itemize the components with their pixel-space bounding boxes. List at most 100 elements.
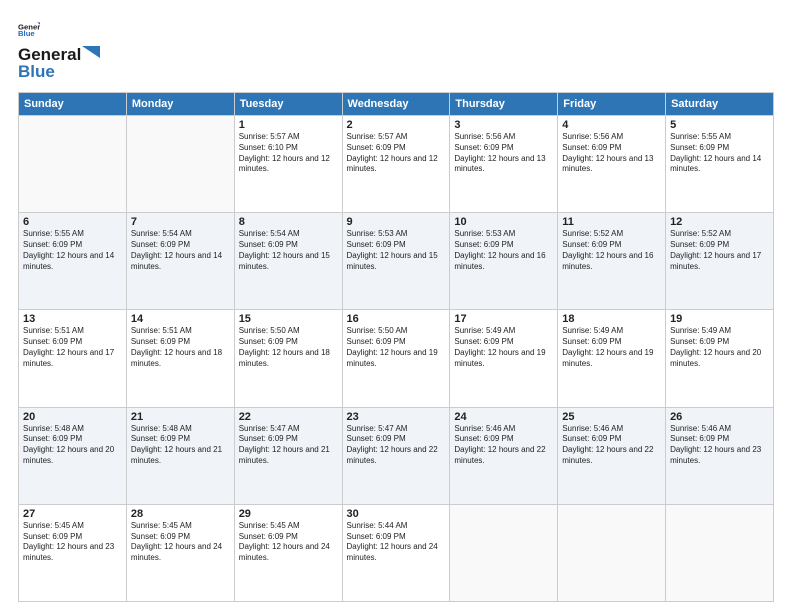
calendar-cell: 7Sunrise: 5:54 AM Sunset: 6:09 PM Daylig…	[126, 213, 234, 310]
day-number: 25	[562, 411, 661, 423]
calendar-cell	[19, 116, 127, 213]
day-number: 24	[454, 411, 553, 423]
calendar-cell: 8Sunrise: 5:54 AM Sunset: 6:09 PM Daylig…	[234, 213, 342, 310]
day-info: Sunrise: 5:54 AM Sunset: 6:09 PM Dayligh…	[131, 229, 230, 272]
calendar-cell: 2Sunrise: 5:57 AM Sunset: 6:09 PM Daylig…	[342, 116, 450, 213]
day-info: Sunrise: 5:50 AM Sunset: 6:09 PM Dayligh…	[239, 326, 338, 369]
day-info: Sunrise: 5:54 AM Sunset: 6:09 PM Dayligh…	[239, 229, 338, 272]
day-info: Sunrise: 5:46 AM Sunset: 6:09 PM Dayligh…	[454, 424, 553, 467]
weekday-header-monday: Monday	[126, 93, 234, 116]
calendar-cell: 10Sunrise: 5:53 AM Sunset: 6:09 PM Dayli…	[450, 213, 558, 310]
day-info: Sunrise: 5:53 AM Sunset: 6:09 PM Dayligh…	[454, 229, 553, 272]
day-info: Sunrise: 5:49 AM Sunset: 6:09 PM Dayligh…	[454, 326, 553, 369]
day-number: 15	[239, 313, 338, 325]
header: General Blue General Blue	[18, 18, 774, 82]
calendar-cell: 25Sunrise: 5:46 AM Sunset: 6:09 PM Dayli…	[558, 407, 666, 504]
calendar-cell: 12Sunrise: 5:52 AM Sunset: 6:09 PM Dayli…	[666, 213, 774, 310]
day-number: 28	[131, 508, 230, 520]
calendar-week-row: 13Sunrise: 5:51 AM Sunset: 6:09 PM Dayli…	[19, 310, 774, 407]
calendar-week-row: 27Sunrise: 5:45 AM Sunset: 6:09 PM Dayli…	[19, 504, 774, 601]
day-number: 16	[347, 313, 446, 325]
day-info: Sunrise: 5:45 AM Sunset: 6:09 PM Dayligh…	[23, 521, 122, 564]
day-number: 13	[23, 313, 122, 325]
calendar-cell: 29Sunrise: 5:45 AM Sunset: 6:09 PM Dayli…	[234, 504, 342, 601]
calendar-cell: 21Sunrise: 5:48 AM Sunset: 6:09 PM Dayli…	[126, 407, 234, 504]
day-number: 29	[239, 508, 338, 520]
calendar-cell: 26Sunrise: 5:46 AM Sunset: 6:09 PM Dayli…	[666, 407, 774, 504]
logo-icon: General Blue	[18, 18, 40, 40]
day-number: 26	[670, 411, 769, 423]
day-number: 3	[454, 119, 553, 131]
day-info: Sunrise: 5:52 AM Sunset: 6:09 PM Dayligh…	[562, 229, 661, 272]
day-number: 7	[131, 216, 230, 228]
calendar-cell: 1Sunrise: 5:57 AM Sunset: 6:10 PM Daylig…	[234, 116, 342, 213]
day-info: Sunrise: 5:55 AM Sunset: 6:09 PM Dayligh…	[670, 132, 769, 175]
day-number: 10	[454, 216, 553, 228]
day-info: Sunrise: 5:50 AM Sunset: 6:09 PM Dayligh…	[347, 326, 446, 369]
calendar-cell: 4Sunrise: 5:56 AM Sunset: 6:09 PM Daylig…	[558, 116, 666, 213]
day-info: Sunrise: 5:56 AM Sunset: 6:09 PM Dayligh…	[562, 132, 661, 175]
day-number: 21	[131, 411, 230, 423]
day-info: Sunrise: 5:46 AM Sunset: 6:09 PM Dayligh…	[562, 424, 661, 467]
day-number: 18	[562, 313, 661, 325]
day-info: Sunrise: 5:57 AM Sunset: 6:10 PM Dayligh…	[239, 132, 338, 175]
weekday-header-tuesday: Tuesday	[234, 93, 342, 116]
day-number: 14	[131, 313, 230, 325]
calendar-cell	[450, 504, 558, 601]
day-info: Sunrise: 5:51 AM Sunset: 6:09 PM Dayligh…	[23, 326, 122, 369]
day-info: Sunrise: 5:57 AM Sunset: 6:09 PM Dayligh…	[347, 132, 446, 175]
weekday-header-sunday: Sunday	[19, 93, 127, 116]
day-info: Sunrise: 5:45 AM Sunset: 6:09 PM Dayligh…	[239, 521, 338, 564]
day-info: Sunrise: 5:48 AM Sunset: 6:09 PM Dayligh…	[23, 424, 122, 467]
weekday-header-thursday: Thursday	[450, 93, 558, 116]
day-info: Sunrise: 5:46 AM Sunset: 6:09 PM Dayligh…	[670, 424, 769, 467]
logo-bird-icon	[82, 46, 100, 60]
logo-blue: Blue	[18, 62, 100, 82]
calendar-cell: 6Sunrise: 5:55 AM Sunset: 6:09 PM Daylig…	[19, 213, 127, 310]
calendar-cell: 27Sunrise: 5:45 AM Sunset: 6:09 PM Dayli…	[19, 504, 127, 601]
day-number: 1	[239, 119, 338, 131]
calendar-cell: 20Sunrise: 5:48 AM Sunset: 6:09 PM Dayli…	[19, 407, 127, 504]
calendar-cell: 24Sunrise: 5:46 AM Sunset: 6:09 PM Dayli…	[450, 407, 558, 504]
day-info: Sunrise: 5:49 AM Sunset: 6:09 PM Dayligh…	[562, 326, 661, 369]
day-info: Sunrise: 5:48 AM Sunset: 6:09 PM Dayligh…	[131, 424, 230, 467]
calendar-cell: 13Sunrise: 5:51 AM Sunset: 6:09 PM Dayli…	[19, 310, 127, 407]
calendar-cell	[558, 504, 666, 601]
day-info: Sunrise: 5:45 AM Sunset: 6:09 PM Dayligh…	[131, 521, 230, 564]
calendar-table: SundayMondayTuesdayWednesdayThursdayFrid…	[18, 92, 774, 602]
day-number: 6	[23, 216, 122, 228]
calendar-cell: 3Sunrise: 5:56 AM Sunset: 6:09 PM Daylig…	[450, 116, 558, 213]
day-number: 5	[670, 119, 769, 131]
calendar-cell: 14Sunrise: 5:51 AM Sunset: 6:09 PM Dayli…	[126, 310, 234, 407]
calendar-cell	[666, 504, 774, 601]
calendar-cell	[126, 116, 234, 213]
day-number: 19	[670, 313, 769, 325]
day-number: 11	[562, 216, 661, 228]
weekday-header-wednesday: Wednesday	[342, 93, 450, 116]
day-info: Sunrise: 5:44 AM Sunset: 6:09 PM Dayligh…	[347, 521, 446, 564]
day-info: Sunrise: 5:47 AM Sunset: 6:09 PM Dayligh…	[239, 424, 338, 467]
day-number: 4	[562, 119, 661, 131]
day-number: 20	[23, 411, 122, 423]
calendar-cell: 15Sunrise: 5:50 AM Sunset: 6:09 PM Dayli…	[234, 310, 342, 407]
day-info: Sunrise: 5:55 AM Sunset: 6:09 PM Dayligh…	[23, 229, 122, 272]
calendar-week-row: 6Sunrise: 5:55 AM Sunset: 6:09 PM Daylig…	[19, 213, 774, 310]
svg-text:Blue: Blue	[18, 29, 35, 38]
calendar-cell: 17Sunrise: 5:49 AM Sunset: 6:09 PM Dayli…	[450, 310, 558, 407]
day-number: 9	[347, 216, 446, 228]
day-info: Sunrise: 5:47 AM Sunset: 6:09 PM Dayligh…	[347, 424, 446, 467]
calendar-cell: 28Sunrise: 5:45 AM Sunset: 6:09 PM Dayli…	[126, 504, 234, 601]
calendar-cell: 23Sunrise: 5:47 AM Sunset: 6:09 PM Dayli…	[342, 407, 450, 504]
day-number: 17	[454, 313, 553, 325]
day-info: Sunrise: 5:56 AM Sunset: 6:09 PM Dayligh…	[454, 132, 553, 175]
day-number: 23	[347, 411, 446, 423]
calendar-cell: 11Sunrise: 5:52 AM Sunset: 6:09 PM Dayli…	[558, 213, 666, 310]
day-number: 30	[347, 508, 446, 520]
day-info: Sunrise: 5:52 AM Sunset: 6:09 PM Dayligh…	[670, 229, 769, 272]
day-info: Sunrise: 5:51 AM Sunset: 6:09 PM Dayligh…	[131, 326, 230, 369]
calendar-cell: 19Sunrise: 5:49 AM Sunset: 6:09 PM Dayli…	[666, 310, 774, 407]
calendar-cell: 18Sunrise: 5:49 AM Sunset: 6:09 PM Dayli…	[558, 310, 666, 407]
weekday-header-saturday: Saturday	[666, 93, 774, 116]
calendar-week-row: 1Sunrise: 5:57 AM Sunset: 6:10 PM Daylig…	[19, 116, 774, 213]
day-number: 27	[23, 508, 122, 520]
